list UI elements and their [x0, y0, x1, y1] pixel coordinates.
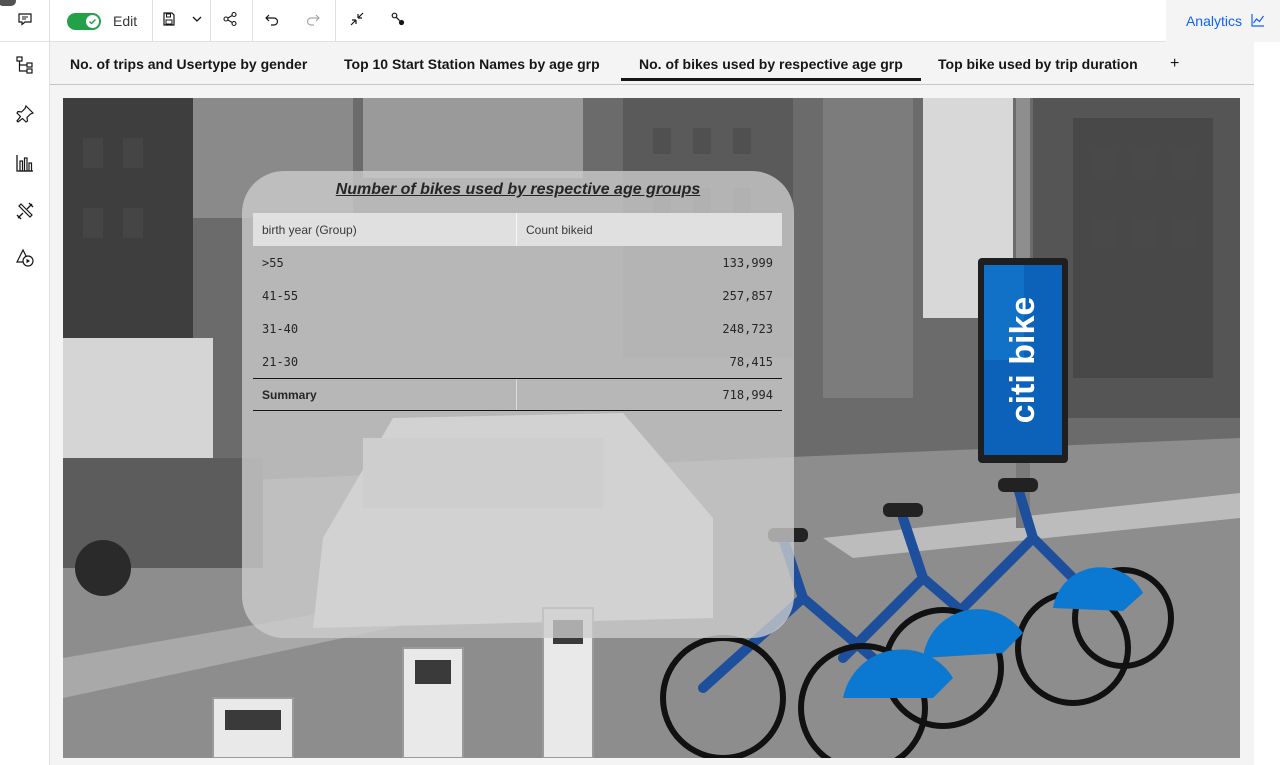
table-row: 21-30 78,415 — [253, 345, 782, 378]
background-photo: citi bike Number of bikes used by respec… — [63, 98, 1240, 758]
connection-button[interactable] — [388, 11, 408, 31]
add-tab-button[interactable]: + — [1170, 42, 1179, 85]
summary-label: Summary — [253, 379, 517, 410]
left-rail — [0, 42, 50, 765]
hierarchy-icon — [15, 55, 35, 80]
tab-top-bike-duration[interactable]: Top bike used by trip duration — [938, 42, 1138, 85]
save-button[interactable] — [159, 11, 179, 31]
widget-title: Number of bikes used by respective age g… — [335, 181, 701, 198]
row-group: >55 — [262, 255, 284, 270]
line-chart-icon — [1250, 12, 1266, 31]
rail-visualizations-button[interactable] — [15, 153, 35, 178]
table-row: 31-40 248,723 — [253, 312, 782, 345]
row-group: 21-30 — [262, 354, 299, 369]
summary-count: 718,994 — [722, 387, 773, 402]
dashboard-canvas: citi bike Number of bikes used by respec… — [50, 85, 1254, 765]
tools-icon — [15, 201, 35, 226]
analytics-label: Analytics — [1185, 13, 1242, 29]
summary-row: Summary 718,994 — [253, 378, 782, 411]
tab-bikes-age-group[interactable]: No. of bikes used by respective age grp — [621, 42, 921, 85]
undo-icon — [264, 11, 280, 32]
table-header: birth year (Group) Count bikeid — [253, 213, 782, 246]
right-gutter — [1254, 42, 1280, 765]
crosstab: birth year (Group) Count bikeid >55 133,… — [253, 213, 782, 411]
tab-label: No. of bikes used by respective age grp — [639, 55, 903, 72]
collapse-button[interactable] — [347, 11, 367, 31]
redo-icon — [305, 11, 321, 32]
tab-bar: No. of trips and Usertype by gender Top … — [50, 42, 1254, 85]
comment-button[interactable] — [0, 0, 50, 42]
edit-label: Edit — [113, 13, 138, 29]
rail-pin-button[interactable] — [15, 104, 35, 129]
rail-tools-button[interactable] — [15, 201, 35, 226]
table-row: 41-55 257,857 — [253, 279, 782, 312]
row-count: 78,415 — [729, 354, 773, 369]
row-group: 41-55 — [262, 288, 299, 303]
row-group: 31-40 — [262, 321, 299, 336]
column-header-birth-year[interactable]: birth year (Group) — [253, 213, 517, 246]
tab-label: No. of trips and Usertype by gender — [70, 55, 308, 72]
kiosk-brand: citi bike — [1004, 297, 1042, 424]
rail-widgets-button[interactable] — [15, 248, 35, 273]
tab-trips-usertype[interactable]: No. of trips and Usertype by gender — [70, 42, 307, 85]
app-window: Edit Analytics No. of trips and Usertype… — [0, 0, 1280, 765]
bar-chart-icon — [15, 153, 35, 178]
analytics-button[interactable]: Analytics — [1166, 0, 1266, 42]
share-button[interactable] — [220, 11, 240, 31]
tab-label: Top bike used by trip duration — [938, 55, 1138, 72]
collapse-icon — [349, 11, 365, 32]
row-count: 257,857 — [722, 288, 773, 303]
age-group-table-widget[interactable]: Number of bikes used by respective age g… — [242, 171, 794, 638]
edit-switch[interactable] — [67, 12, 101, 30]
table-row: >55 133,999 — [253, 246, 782, 279]
share-icon — [222, 11, 238, 32]
top-toolbar: Edit Analytics — [0, 0, 1280, 42]
tab-label: Top 10 Start Station Names by age grp — [344, 55, 600, 72]
comment-icon — [17, 11, 33, 32]
redo-button[interactable] — [303, 11, 323, 31]
row-count: 133,999 — [722, 255, 773, 270]
save-icon — [161, 11, 177, 32]
row-count: 248,723 — [722, 321, 773, 336]
tab-top-start-stations[interactable]: Top 10 Start Station Names by age grp — [344, 42, 600, 85]
save-menu-button[interactable] — [187, 11, 207, 31]
pin-icon — [15, 104, 35, 129]
chevron-down-icon — [190, 12, 204, 31]
rail-metadata-button[interactable] — [15, 55, 35, 80]
undo-button[interactable] — [262, 11, 282, 31]
column-header-count-bikeid[interactable]: Count bikeid — [517, 213, 782, 246]
shapes-icon — [15, 248, 35, 273]
connection-icon — [390, 11, 406, 32]
edit-toggle[interactable]: Edit — [67, 0, 137, 42]
